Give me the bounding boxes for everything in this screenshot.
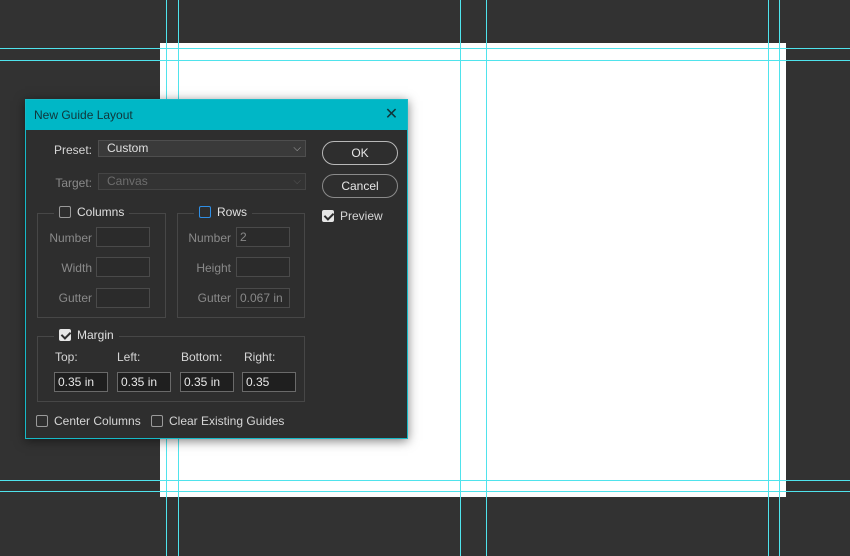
margin-bottom-label: Bottom: bbox=[181, 350, 223, 364]
columns-gutter-field bbox=[96, 288, 150, 308]
rows-checkbox[interactable] bbox=[199, 206, 211, 218]
columns-label: Columns bbox=[77, 205, 125, 219]
guide-line[interactable] bbox=[768, 0, 769, 556]
rows-gutter-field: 0.067 in bbox=[236, 288, 290, 308]
preset-select[interactable]: Custom ⌵ bbox=[98, 140, 306, 157]
guide-line[interactable] bbox=[0, 491, 850, 492]
guide-line[interactable] bbox=[779, 0, 780, 556]
dialog-title: New Guide Layout bbox=[34, 108, 133, 122]
columns-width-field bbox=[96, 257, 150, 277]
columns-number-field bbox=[96, 227, 150, 247]
chevron-down-icon: ⌵ bbox=[293, 143, 301, 154]
ok-button[interactable]: OK bbox=[322, 141, 398, 165]
center-columns-checkbox[interactable] bbox=[36, 415, 48, 427]
preview-checkbox[interactable] bbox=[322, 210, 334, 222]
dialog-titlebar[interactable]: New Guide Layout ✕ bbox=[26, 100, 407, 130]
target-label: Target: bbox=[55, 176, 92, 190]
target-select: Canvas ⌵ bbox=[98, 173, 306, 190]
preview-label: Preview bbox=[340, 209, 383, 223]
guide-line[interactable] bbox=[0, 60, 850, 61]
guide-line[interactable] bbox=[460, 0, 461, 556]
columns-legend: Columns bbox=[54, 205, 130, 219]
rows-number-field: 2 bbox=[236, 227, 290, 247]
guide-line[interactable] bbox=[0, 48, 850, 49]
guide-line[interactable] bbox=[486, 0, 487, 556]
cancel-button[interactable]: Cancel bbox=[322, 174, 398, 198]
chevron-down-icon: ⌵ bbox=[293, 176, 301, 187]
rows-number-label: Number bbox=[188, 231, 231, 245]
columns-number-label: Number bbox=[49, 231, 92, 245]
columns-checkbox[interactable] bbox=[59, 206, 71, 218]
guide-line[interactable] bbox=[0, 480, 850, 481]
close-icon[interactable]: ✕ bbox=[384, 107, 399, 123]
margin-label: Margin bbox=[77, 328, 114, 342]
rows-gutter-label: Gutter bbox=[197, 291, 231, 305]
preset-label: Preset: bbox=[53, 143, 92, 157]
clear-existing-guides-option[interactable]: Clear Existing Guides bbox=[151, 414, 284, 428]
margin-legend: Margin bbox=[54, 328, 119, 342]
columns-gutter-label: Gutter bbox=[58, 291, 92, 305]
rows-height-field bbox=[236, 257, 290, 277]
margin-right-label: Right: bbox=[244, 350, 276, 364]
margin-left-field[interactable]: 0.35 in bbox=[117, 372, 171, 392]
margin-group: Margin bbox=[37, 328, 305, 402]
rows-legend: Rows bbox=[194, 205, 253, 219]
margin-checkbox[interactable] bbox=[59, 329, 71, 341]
rows-label: Rows bbox=[217, 205, 248, 219]
preset-value: Custom bbox=[107, 141, 149, 155]
target-value: Canvas bbox=[107, 174, 148, 188]
clear-existing-guides-label: Clear Existing Guides bbox=[169, 414, 285, 428]
margin-left-label: Left: bbox=[117, 350, 141, 364]
columns-width-label: Width bbox=[61, 261, 92, 275]
center-columns-label: Center Columns bbox=[54, 414, 141, 428]
new-guide-layout-dialog: New Guide Layout ✕ Preset: Custom ⌵ Targ… bbox=[25, 99, 408, 439]
margin-bottom-field[interactable]: 0.35 in bbox=[180, 372, 234, 392]
center-columns-option[interactable]: Center Columns bbox=[36, 414, 141, 428]
clear-existing-guides-checkbox[interactable] bbox=[151, 415, 163, 427]
margin-top-field[interactable]: 0.35 in bbox=[54, 372, 108, 392]
margin-top-label: Top: bbox=[55, 350, 78, 364]
rows-height-label: Height bbox=[196, 261, 231, 275]
preview-option[interactable]: Preview bbox=[322, 209, 383, 223]
margin-right-field[interactable]: 0.35 bbox=[242, 372, 296, 392]
